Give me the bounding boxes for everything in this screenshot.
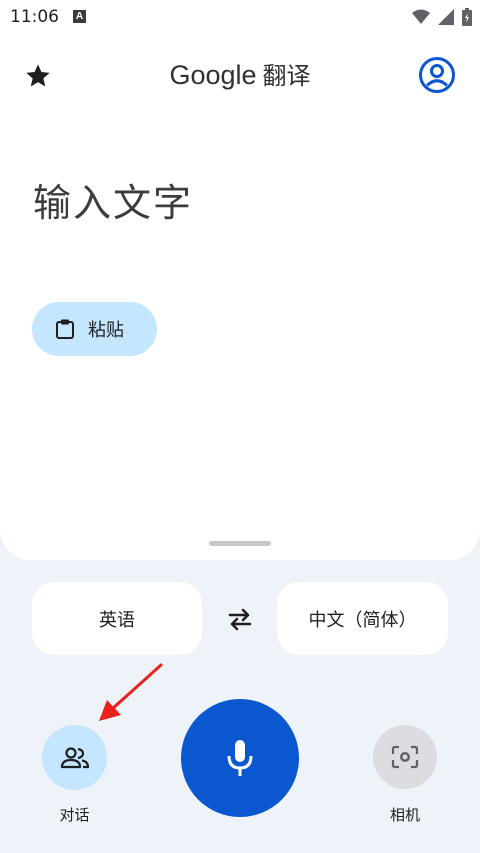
target-language-label: 中文（简体） [308, 609, 417, 631]
voice-input-button[interactable] [181, 699, 299, 817]
status-icons [412, 8, 472, 26]
status-bar: 11:06 A [0, 0, 480, 34]
account-circle-icon[interactable] [418, 56, 456, 94]
notification-a-icon: A [73, 10, 86, 23]
logo-translate-text: 翻译 [262, 62, 311, 90]
text-input-placeholder[interactable]: 输入文字 [33, 172, 193, 227]
input-panel: Google 翻译 输入文字 粘贴 [0, 34, 480, 560]
annotation-arrow-icon [99, 663, 163, 721]
mic-icon [227, 740, 253, 776]
logo-google-text: Google [169, 60, 257, 90]
status-time: 11:06 [10, 7, 59, 27]
paste-label: 粘贴 [88, 320, 124, 341]
camera-lens-icon [391, 745, 419, 769]
wifi-icon [412, 9, 430, 24]
conversation-button[interactable] [42, 725, 107, 790]
signal-icon [438, 9, 454, 25]
conversation-label: 对话 [59, 806, 90, 824]
battery-icon [462, 8, 472, 26]
target-language-button[interactable]: 中文（简体） [277, 582, 448, 655]
source-language-label: 英语 [99, 609, 135, 631]
app-logo: Google 翻译 [0, 56, 480, 91]
swap-arrows-icon[interactable] [226, 605, 254, 633]
camera-label: 相机 [389, 806, 420, 824]
source-language-button[interactable]: 英语 [32, 582, 202, 655]
drag-handle[interactable] [209, 541, 271, 546]
camera-button[interactable] [373, 725, 437, 789]
people-icon [60, 746, 89, 768]
clipboard-icon [56, 319, 74, 339]
paste-button[interactable]: 粘贴 [32, 302, 157, 356]
